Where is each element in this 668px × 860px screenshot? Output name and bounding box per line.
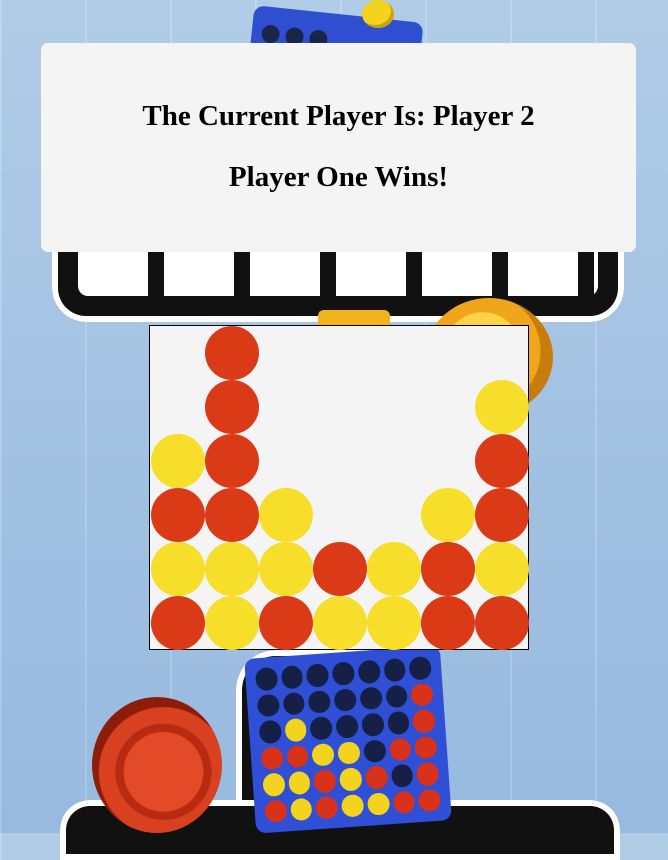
winner-message: Player One Wins! [228,161,449,193]
board-cell[interactable] [259,326,313,380]
board-cell[interactable] [367,434,421,488]
toy-hole-art [388,737,412,762]
board-cell[interactable] [421,434,475,488]
board-cell[interactable] [205,380,259,434]
board-cell[interactable] [421,380,475,434]
game-board[interactable] [149,325,529,650]
toy-hole-art [410,682,434,707]
board-cell[interactable] [205,488,259,542]
board-cell[interactable] [367,326,421,380]
board-cell[interactable] [259,434,313,488]
board-cell[interactable] [367,596,421,650]
board-cell[interactable] [259,380,313,434]
board-cell[interactable] [151,596,205,650]
background-grid-toy-art [244,645,452,834]
toy-hole-art [335,714,359,739]
board-cell[interactable] [151,326,205,380]
toy-hole-art [284,717,308,742]
board-cell[interactable] [259,542,313,596]
board-cell[interactable] [151,434,205,488]
toy-hole-art [359,686,383,711]
board-cell[interactable] [367,488,421,542]
toy-hole-art [364,765,389,790]
board-cell[interactable] [313,542,367,596]
toy-hole-art [264,798,288,823]
board-cell[interactable] [205,326,259,380]
toy-hole-art [386,710,410,735]
status-panel: The Current Player Is: Player 2 Player O… [41,43,636,252]
toy-hole-art [357,659,381,684]
board-cell[interactable] [475,596,529,650]
board-cell[interactable] [475,326,529,380]
board-cell[interactable] [421,488,475,542]
toy-hole-art [384,684,409,709]
board-cell[interactable] [313,380,367,434]
background-red-checker-art [92,697,222,833]
board-cell[interactable] [259,488,313,542]
toy-hole-art [315,795,339,820]
board-cell[interactable] [205,434,259,488]
toy-hole-art [412,708,436,733]
toy-hole-art [280,665,304,689]
board-cell[interactable] [151,488,205,542]
toy-hole-art [260,746,284,771]
toy-hole-art [287,770,312,795]
toy-hole-art [333,687,357,712]
board-cell[interactable] [259,596,313,650]
board-cell[interactable] [313,596,367,650]
toy-hole-art [366,791,390,816]
board-cell[interactable] [475,434,529,488]
board-cell[interactable] [151,380,205,434]
board-cell[interactable] [313,488,367,542]
toy-hole-art [254,666,279,691]
toy-hole-art [392,790,416,814]
toy-hole-art [362,738,387,763]
toy-hole-art [289,797,313,822]
board-cell[interactable] [421,596,475,650]
toy-hole-art [341,793,365,818]
toy-hole-art [361,712,385,737]
toy-hole-art [311,742,335,767]
board-cell[interactable] [151,542,205,596]
board-cell[interactable] [205,596,259,650]
toy-hole-art [285,744,310,769]
toy-hole-art [339,767,363,792]
toy-hole-art [309,716,334,741]
toy-hole-art [256,693,280,718]
current-player-text: The Current Player Is: Player 2 [142,100,535,132]
toy-hole-art [313,768,337,793]
board-cell[interactable] [421,542,475,596]
background-logo-letters [78,248,598,296]
toy-hole-art [414,735,438,760]
toy-hole-art [258,719,282,744]
board-cell[interactable] [475,542,529,596]
board-cell[interactable] [475,488,529,542]
board-cell[interactable] [421,326,475,380]
toy-hole-art [408,656,432,681]
background-coin-art [362,0,394,28]
board-cell[interactable] [313,434,367,488]
toy-hole-art [331,661,355,686]
board-cell[interactable] [205,542,259,596]
toy-hole-art [262,772,286,797]
toy-hole-art [383,657,407,682]
rack-hole-art [260,24,281,44]
toy-hole-art [390,763,414,788]
board-cell[interactable] [475,380,529,434]
toy-hole-art [307,689,332,714]
toy-hole-art [282,691,306,716]
toy-hole-art [416,761,440,786]
board-cell[interactable] [367,542,421,596]
toy-hole-art [417,788,442,813]
toy-hole-art [337,740,361,765]
board-cell[interactable] [313,326,367,380]
toy-hole-art [306,663,330,688]
board-cell[interactable] [367,380,421,434]
